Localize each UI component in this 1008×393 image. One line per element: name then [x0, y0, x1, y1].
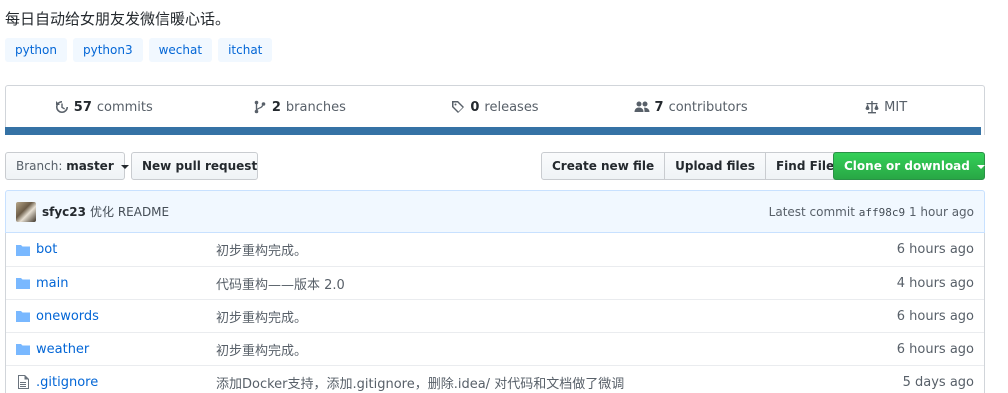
folder-icon [16, 342, 32, 356]
file-name[interactable]: weather [36, 342, 216, 357]
commits-label: commits [96, 99, 153, 115]
new-pull-request-button[interactable]: New pull request [131, 152, 258, 180]
topic-tag[interactable]: python [5, 38, 67, 62]
file-commit-message[interactable]: 代码重构——版本 2.0 [216, 274, 897, 293]
file-age: 6 hours ago [896, 308, 974, 324]
avatar[interactable] [16, 201, 36, 222]
license-link[interactable]: MIT [788, 86, 984, 128]
folder-icon [16, 309, 32, 323]
file-commit-message[interactable]: 初步重构完成。 [216, 340, 897, 359]
latest-commit-bar: sfyc23 优化 README Latest commit aff98c9 1… [5, 190, 985, 233]
history-icon [55, 101, 68, 113]
file-actions-group: Create new file Upload files Find File [541, 152, 846, 180]
file-name[interactable]: .gitignore [36, 375, 216, 390]
folder-icon [16, 243, 32, 257]
latest-commit-prefix: Latest commit [768, 204, 855, 219]
language-bar[interactable] [5, 127, 981, 135]
file-name[interactable]: bot [36, 242, 216, 257]
caret-down-icon [977, 164, 986, 169]
branches-link[interactable]: 2 branches [202, 86, 398, 128]
file-age: 6 hours ago [896, 341, 974, 357]
topic-tag[interactable]: itchat [218, 38, 273, 62]
law-icon [865, 101, 879, 114]
clone-label: Clone or download [844, 159, 970, 173]
folder-icon [16, 276, 32, 290]
contributors-count: 7 [654, 99, 664, 115]
releases-label: releases [484, 99, 539, 115]
topic-tag[interactable]: python3 [72, 38, 143, 62]
commit-age: 1 hour ago [908, 204, 974, 219]
contributors-link[interactable]: 7 contributors [593, 86, 789, 128]
topic-tag[interactable]: wechat [148, 38, 213, 62]
upload-files-button[interactable]: Upload files [664, 152, 766, 180]
tag-icon [452, 101, 465, 113]
file-commit-message[interactable]: 初步重构完成。 [216, 240, 897, 259]
commit-author[interactable]: sfyc23 [42, 205, 86, 219]
file-name[interactable]: main [36, 276, 216, 291]
branch-select-button[interactable]: Branch: master [5, 152, 129, 180]
releases-count: 0 [470, 99, 480, 115]
branch-name: master [66, 159, 114, 173]
file-age: 4 hours ago [896, 275, 974, 291]
clone-download-button[interactable]: Clone or download [833, 152, 986, 180]
file-row: bot 初步重构完成。 6 hours ago [6, 233, 984, 266]
file-age: 5 days ago [902, 374, 974, 390]
latest-commit-info: Latest commit aff98c9 1 hour ago [769, 205, 974, 219]
topic-list: python python3 wechat itchat [5, 38, 273, 62]
contributors-label: contributors [668, 99, 748, 115]
caret-down-icon [120, 164, 129, 169]
commits-link[interactable]: 57 commits [6, 86, 202, 128]
branch-label: Branch: [16, 159, 63, 173]
branches-label: branches [285, 99, 346, 115]
file-icon [16, 375, 32, 389]
file-name[interactable]: onewords [36, 309, 216, 324]
file-row: .gitignore 添加Docker支持，添加.gitignore，删除.id… [6, 365, 984, 393]
license-label: MIT [884, 99, 908, 115]
branches-count: 2 [271, 99, 281, 115]
branch-icon [254, 100, 266, 114]
file-row: onewords 初步重构完成。 6 hours ago [6, 299, 984, 332]
people-icon [634, 101, 650, 112]
commits-count: 57 [73, 99, 92, 115]
file-row: weather 初步重构完成。 6 hours ago [6, 332, 984, 365]
file-list: bot 初步重构完成。 6 hours ago main 代码重构——版本 2.… [5, 233, 985, 393]
commit-message[interactable]: 优化 README [90, 203, 169, 220]
commit-sha[interactable]: aff98c9 [859, 206, 905, 219]
file-row: main 代码重构——版本 2.0 4 hours ago [6, 266, 984, 299]
create-new-file-button[interactable]: Create new file [541, 152, 666, 180]
file-commit-message[interactable]: 初步重构完成。 [216, 307, 897, 326]
file-age: 6 hours ago [896, 242, 974, 257]
file-commit-message[interactable]: 添加Docker支持，添加.gitignore，删除.idea/ 对代码和文档做… [216, 373, 903, 392]
releases-link[interactable]: 0 releases [397, 86, 593, 128]
repo-description: 每日自动给女朋友发微信暖心话。 [5, 10, 231, 28]
